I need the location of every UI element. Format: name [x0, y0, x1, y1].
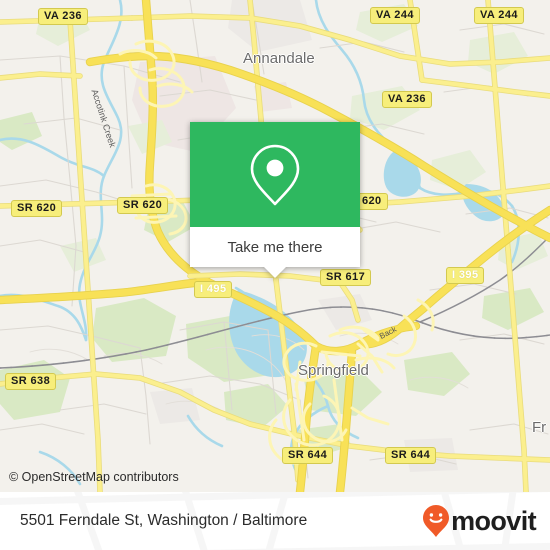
road-shield: 620 — [356, 193, 388, 210]
place-label-annandale: Annandale — [243, 50, 315, 67]
road-shield: SR 620 — [11, 200, 63, 217]
osm-attribution[interactable]: © OpenStreetMap contributors — [9, 470, 179, 484]
popup-icon-area — [190, 122, 360, 227]
place-label-truncated: Fr — [532, 419, 547, 436]
road-shield: SR 638 — [5, 373, 57, 390]
footer-bar: 5501 Ferndale St, Washington / Baltimore… — [0, 492, 550, 550]
popup-pointer — [264, 267, 286, 278]
road-shield: SR 644 — [385, 447, 437, 464]
map-pin-icon — [250, 144, 300, 205]
destination-popup[interactable]: Take me there — [190, 122, 360, 278]
road-shield: VA 244 — [370, 7, 420, 24]
road-shield: SR 617 — [320, 269, 372, 286]
moovit-pin-icon — [423, 505, 450, 537]
address-label: 5501 Ferndale St, Washington / Baltimore — [20, 512, 308, 529]
road-shield: VA 236 — [382, 91, 432, 108]
road-shield: SR 620 — [117, 197, 169, 214]
moovit-logo[interactable]: moovit — [422, 504, 537, 538]
moovit-wordmark: moovit — [451, 505, 537, 536]
road-shield: I 495 — [194, 281, 233, 298]
road-shield: SR 644 — [282, 447, 334, 464]
road-shield: VA 236 — [38, 8, 88, 25]
road-shield: I 395 — [446, 267, 485, 284]
take-me-there-label: Take me there — [227, 238, 323, 256]
road-shield: VA 244 — [474, 7, 524, 24]
take-me-there-button[interactable]: Take me there — [190, 227, 360, 267]
map-screenshot: .w { fill:none; stroke:#a9d9ea; stroke-w… — [0, 0, 550, 550]
place-label-springfield: Springfield — [298, 362, 369, 379]
